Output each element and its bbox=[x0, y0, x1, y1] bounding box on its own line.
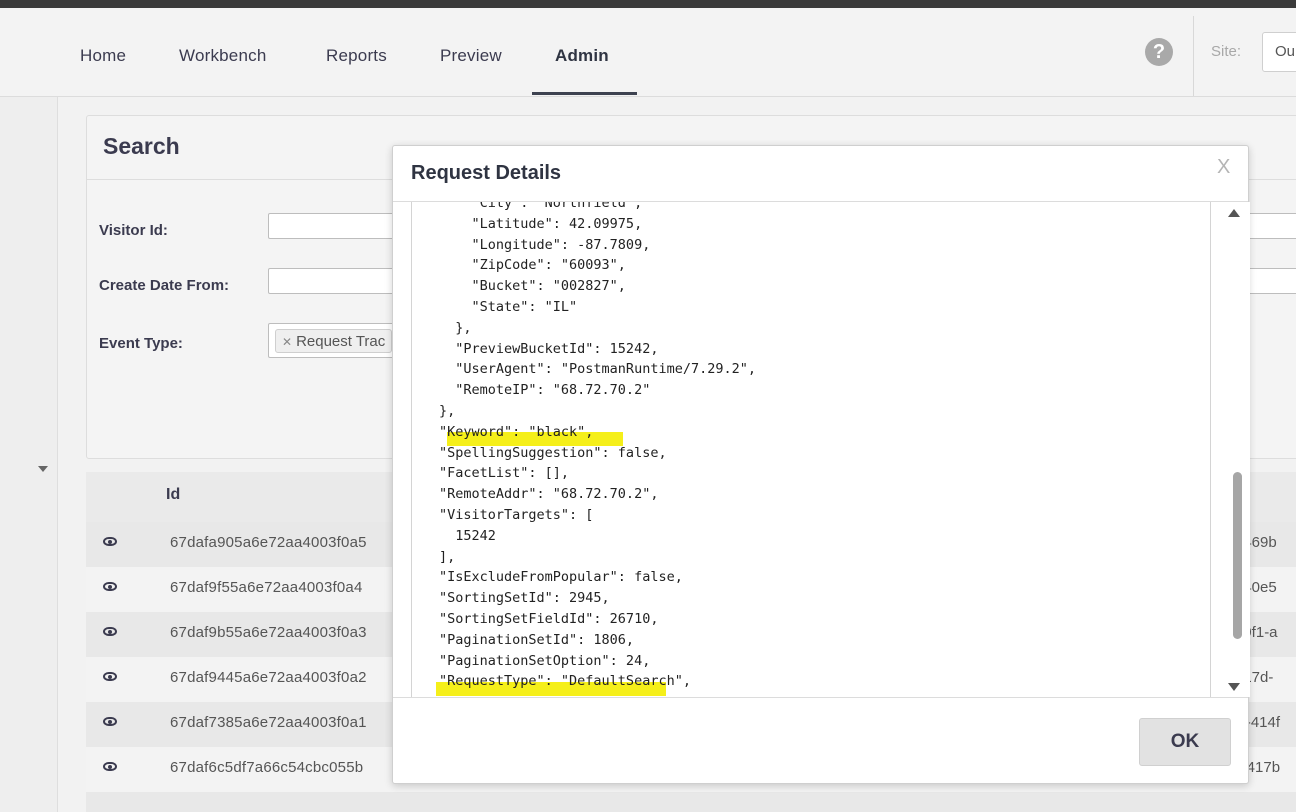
nav-workbench[interactable]: Workbench bbox=[179, 46, 266, 66]
json-viewer[interactable]: "City": "Northfield", "Latitude": 42.099… bbox=[411, 202, 1211, 697]
column-header-id[interactable]: Id bbox=[166, 486, 180, 504]
eye-icon[interactable] bbox=[103, 627, 117, 636]
code-line: "PreviewBucketId": 15242, bbox=[439, 340, 659, 357]
code-line: "Longitude": -87.7809, bbox=[439, 236, 651, 253]
event-type-tag: ✕ Request Trac bbox=[275, 329, 393, 353]
modal-title: Request Details bbox=[411, 162, 562, 184]
visitor-id-input[interactable] bbox=[268, 213, 398, 239]
code-line: "FacetList": [], bbox=[439, 465, 570, 482]
code-line: "SortingSetFieldId": 26710, bbox=[439, 610, 659, 627]
code-line: "City": "Northfield", bbox=[439, 202, 643, 211]
row-id: 67dafa905a6e72aa4003f0a5 bbox=[170, 534, 367, 551]
code-line: "VisitorTargets": [ bbox=[439, 506, 594, 523]
code-line: "RemoteIP": "68.72.70.2" bbox=[439, 382, 651, 399]
search-field-right-1[interactable] bbox=[1248, 213, 1296, 239]
search-title: Search bbox=[103, 133, 180, 159]
code-line: "State": "IL" bbox=[439, 298, 578, 315]
json-code: "City": "Northfield", "Latitude": 42.099… bbox=[439, 202, 756, 692]
code-line: "ZipCode": "60093", bbox=[439, 257, 626, 274]
ok-button[interactable]: OK bbox=[1139, 718, 1231, 766]
help-icon[interactable]: ? bbox=[1145, 38, 1173, 66]
scrollbar-thumb[interactable] bbox=[1233, 472, 1242, 639]
code-line: }, bbox=[439, 319, 472, 336]
event-type-label: Event Type: bbox=[99, 335, 183, 352]
table-row[interactable] bbox=[86, 792, 1296, 812]
nav-admin[interactable]: Admin bbox=[555, 46, 609, 66]
modal-footer-divider bbox=[393, 697, 1248, 698]
event-type-select[interactable]: ✕ Request Trac bbox=[268, 323, 398, 358]
top-navbar: Home Workbench Reports Preview Admin ? S… bbox=[0, 8, 1296, 97]
nav-reports[interactable]: Reports bbox=[326, 46, 387, 66]
eye-icon[interactable] bbox=[103, 717, 117, 726]
search-field-right-2[interactable] bbox=[1248, 268, 1296, 294]
scroll-down-icon[interactable] bbox=[1228, 683, 1240, 691]
eye-icon[interactable] bbox=[103, 672, 117, 681]
site-label: Site: bbox=[1211, 43, 1242, 60]
create-date-from-label: Create Date From: bbox=[99, 277, 230, 294]
code-line: "PaginationSetId": 1806, bbox=[439, 631, 635, 648]
code-line: "Bucket": "002827", bbox=[439, 278, 626, 295]
code-line: "Latitude": 42.09975, bbox=[439, 215, 643, 232]
top-strip bbox=[0, 0, 1296, 8]
visitor-id-label: Visitor Id: bbox=[99, 222, 168, 239]
code-line: }, bbox=[439, 402, 456, 419]
code-line: "RemoteAddr": "68.72.70.2", bbox=[439, 486, 659, 503]
row-id: 67daf7385a6e72aa4003f0a1 bbox=[170, 714, 367, 731]
code-line: 15242 bbox=[439, 527, 496, 544]
code-line: ], bbox=[439, 548, 456, 565]
row-id: 67daf9f55a6e72aa4003f0a4 bbox=[170, 579, 363, 596]
nav-active-underline bbox=[532, 92, 637, 95]
vertical-scrollbar[interactable] bbox=[1222, 202, 1250, 697]
create-date-from-input[interactable] bbox=[268, 268, 398, 294]
code-line: "RequestType": "DefaultSearch", bbox=[439, 673, 691, 690]
code-line: "PaginationSetOption": 24, bbox=[439, 652, 651, 669]
event-type-tag-label: Request Trac bbox=[296, 333, 386, 350]
nav-home[interactable]: Home bbox=[80, 46, 126, 66]
row-id: 67daf6c5df7a66c54cbc055b bbox=[170, 759, 364, 776]
scroll-up-icon[interactable] bbox=[1228, 209, 1240, 217]
eye-icon[interactable] bbox=[103, 537, 117, 546]
request-details-modal: Request Details X "City": "Northfield", … bbox=[392, 145, 1250, 784]
left-sidebar bbox=[0, 97, 58, 812]
row-id: 67daf9b55a6e72aa4003f0a3 bbox=[170, 624, 367, 641]
code-line: "SortingSetId": 2945, bbox=[439, 590, 610, 607]
close-icon[interactable]: ✕ bbox=[282, 335, 292, 349]
code-line: "SpellingSuggestion": false, bbox=[439, 444, 667, 461]
site-select[interactable]: Ou bbox=[1262, 32, 1296, 72]
eye-icon[interactable] bbox=[103, 762, 117, 771]
code-line: "Keyword": "black", bbox=[439, 423, 594, 440]
close-icon[interactable]: X bbox=[1217, 156, 1230, 179]
row-id: 67daf9445a6e72aa4003f0a2 bbox=[170, 669, 367, 686]
eye-icon[interactable] bbox=[103, 582, 117, 591]
nav-divider bbox=[1193, 16, 1194, 96]
nav-preview[interactable]: Preview bbox=[440, 46, 502, 66]
chevron-down-icon[interactable] bbox=[38, 466, 48, 472]
code-line: "UserAgent": "PostmanRuntime/7.29.2", bbox=[439, 361, 756, 378]
code-line: "IsExcludeFromPopular": false, bbox=[439, 569, 683, 586]
